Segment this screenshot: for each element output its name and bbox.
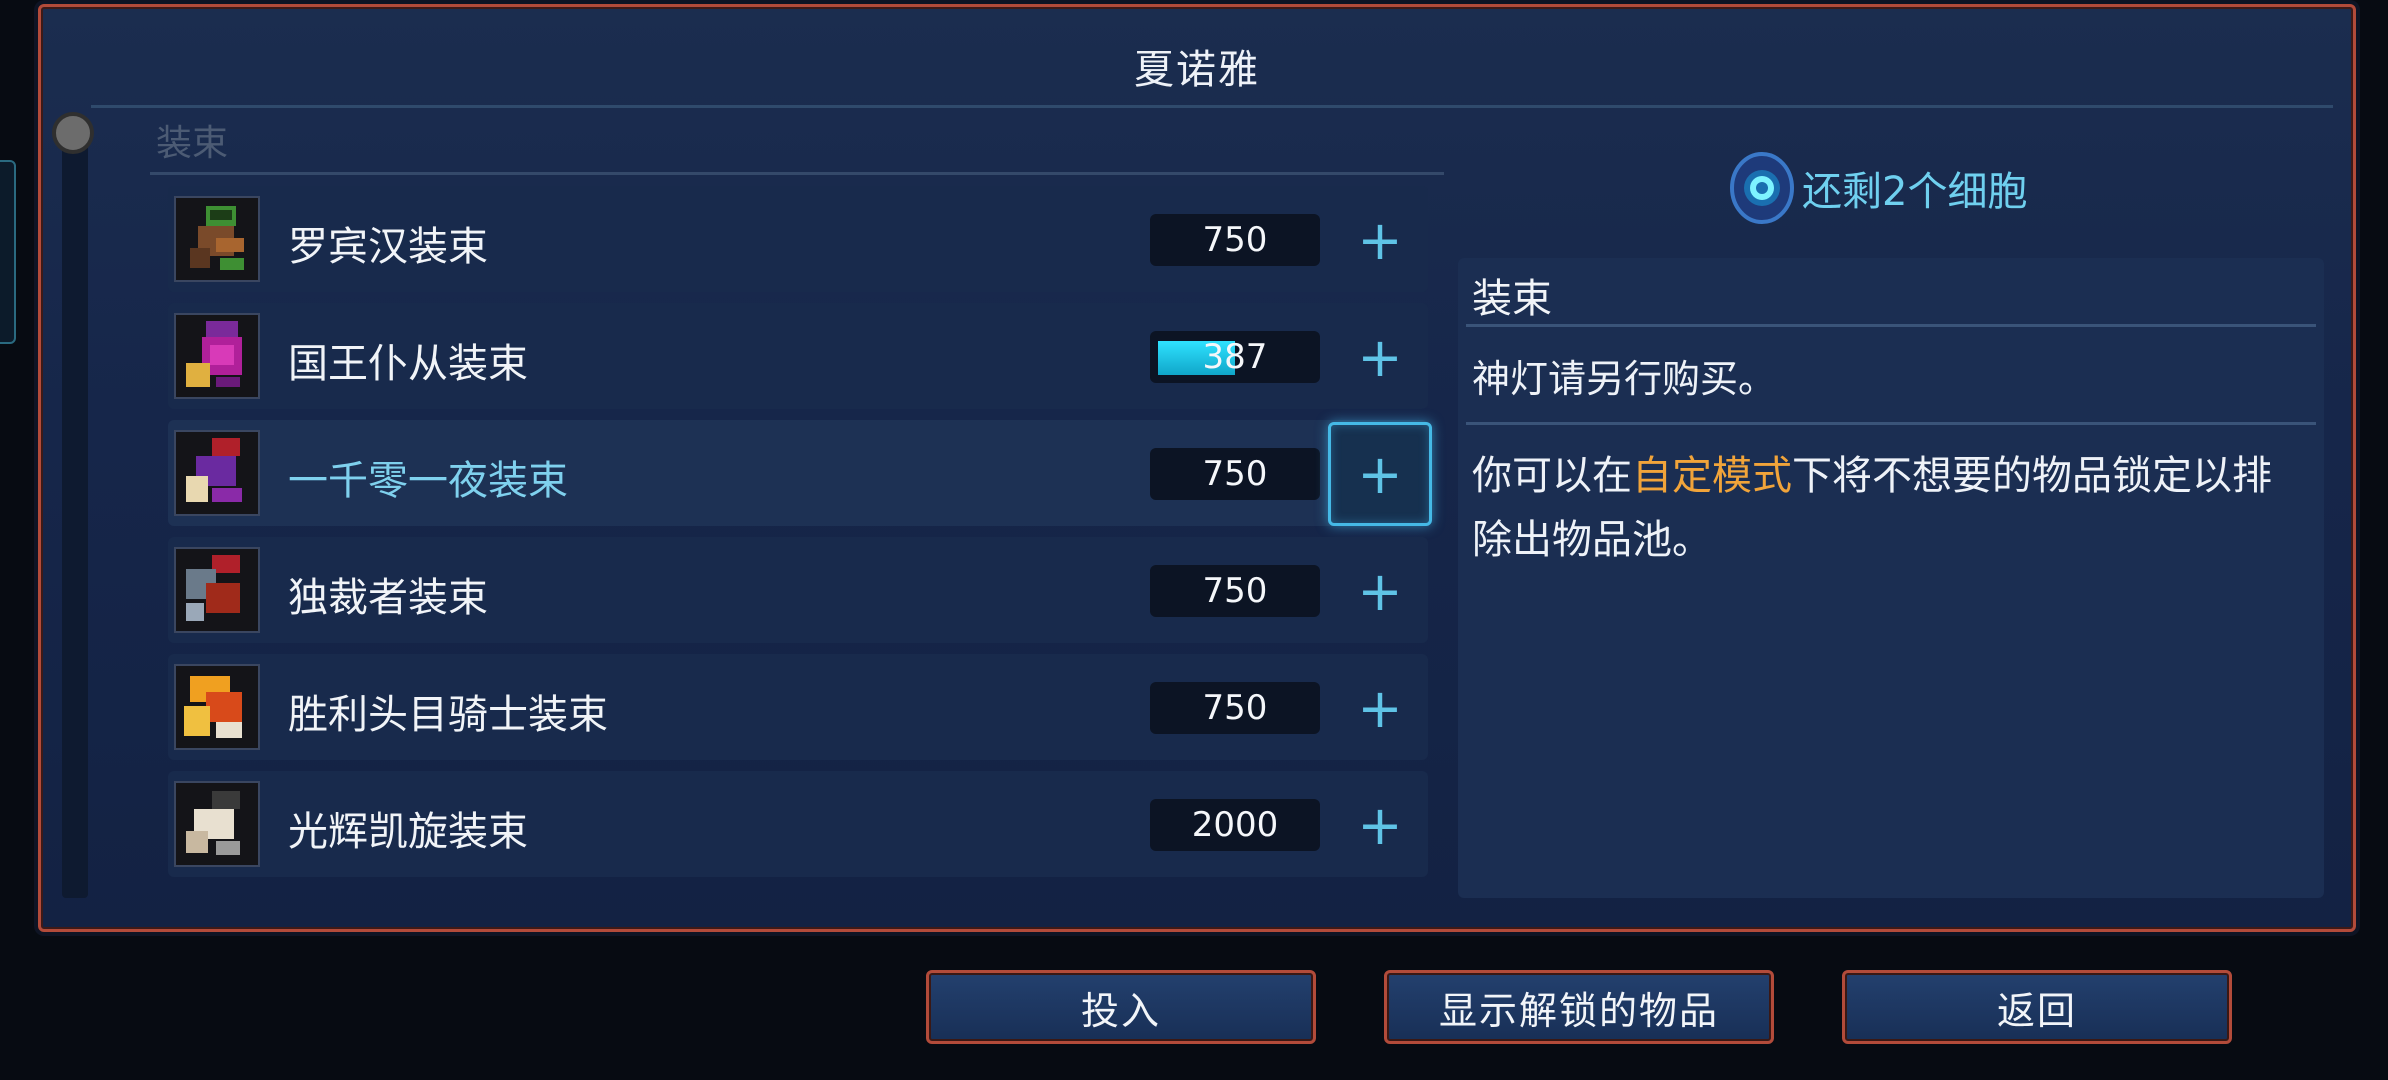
side-tab <box>0 160 16 344</box>
description-tip: 你可以在自定模式下将不想要的物品锁定以排除出物品池。 <box>1472 444 2302 572</box>
description-panel: 装束 神灯请另行购买。 你可以在自定模式下将不想要的物品锁定以排除出物品池。 <box>1458 258 2324 898</box>
invest-plus-button[interactable]: + <box>1328 773 1432 877</box>
cells-remaining: 还剩2个细胞 <box>1730 148 2027 228</box>
back-button[interactable]: 返回 <box>1842 970 2232 1044</box>
tip-text: 你可以在 <box>1472 453 1632 499</box>
dictator-outfit-icon <box>174 547 260 633</box>
invest-plus-button[interactable]: + <box>1328 188 1432 292</box>
arabian-nights-outfit-icon <box>174 430 260 516</box>
list-item-selected[interactable]: 一千零一夜装束 750 + <box>168 420 1432 526</box>
description-divider <box>1466 422 2316 425</box>
cost-display: 750 <box>1150 448 1320 500</box>
invest-button[interactable]: 投入 <box>926 970 1316 1044</box>
section-divider <box>150 172 1444 175</box>
list-item[interactable]: 胜利头目骑士装束 750 + <box>168 654 1428 760</box>
item-name: 一千零一夜装束 <box>288 458 568 504</box>
cost-display: 750 <box>1150 214 1320 266</box>
scrollbar-knob[interactable] <box>52 112 94 154</box>
cost-value: 387 <box>1202 337 1268 377</box>
description-divider <box>1466 324 2316 327</box>
cost-display: 750 <box>1150 565 1320 617</box>
list-item[interactable]: 罗宾汉装束 750 + <box>168 186 1428 292</box>
cell-icon <box>1730 151 1794 225</box>
cost-value: 750 <box>1202 688 1268 728</box>
scrollbar-track[interactable] <box>62 120 88 898</box>
cost-display: 2000 <box>1150 799 1320 851</box>
cost-value: 750 <box>1202 220 1268 260</box>
list-item[interactable]: 光辉凯旋装束 2000 + <box>168 771 1428 877</box>
item-name: 罗宾汉装束 <box>288 224 488 270</box>
invest-plus-button[interactable]: + <box>1328 305 1432 409</box>
item-name: 胜利头目骑士装束 <box>288 692 608 738</box>
item-name: 光辉凯旋装束 <box>288 809 528 855</box>
custom-mode-link: 自定模式 <box>1632 453 1792 499</box>
description-note: 神灯请另行购买。 <box>1472 357 1777 401</box>
invest-plus-button[interactable]: + <box>1328 539 1432 643</box>
show-unlocked-button[interactable]: 显示解锁的物品 <box>1384 970 1774 1044</box>
description-title: 装束 <box>1472 276 1552 322</box>
cost-value: 750 <box>1202 454 1268 494</box>
cost-display: 387 <box>1150 331 1320 383</box>
victorious-boss-knight-outfit-icon <box>174 664 260 750</box>
cost-value: 2000 <box>1191 805 1279 845</box>
cost-display: 750 <box>1150 682 1320 734</box>
cost-value: 750 <box>1202 571 1268 611</box>
list-item[interactable]: 国王仆从装束 387 + <box>168 303 1428 409</box>
title-divider <box>91 105 2333 108</box>
item-name: 独裁者装束 <box>288 575 488 621</box>
robin-hood-outfit-icon <box>174 196 260 282</box>
invest-plus-button[interactable]: + <box>1328 656 1432 760</box>
panel-title: 夏诺雅 <box>1134 47 1260 93</box>
item-name: 国王仆从装束 <box>288 341 528 387</box>
section-header: 装束 <box>156 123 229 164</box>
invest-plus-button[interactable]: + <box>1328 422 1432 526</box>
glorious-triumph-outfit-icon <box>174 781 260 867</box>
list-item[interactable]: 独裁者装束 750 + <box>168 537 1428 643</box>
kings-servant-outfit-icon <box>174 313 260 399</box>
cells-remaining-text: 还剩2个细胞 <box>1802 169 2028 215</box>
